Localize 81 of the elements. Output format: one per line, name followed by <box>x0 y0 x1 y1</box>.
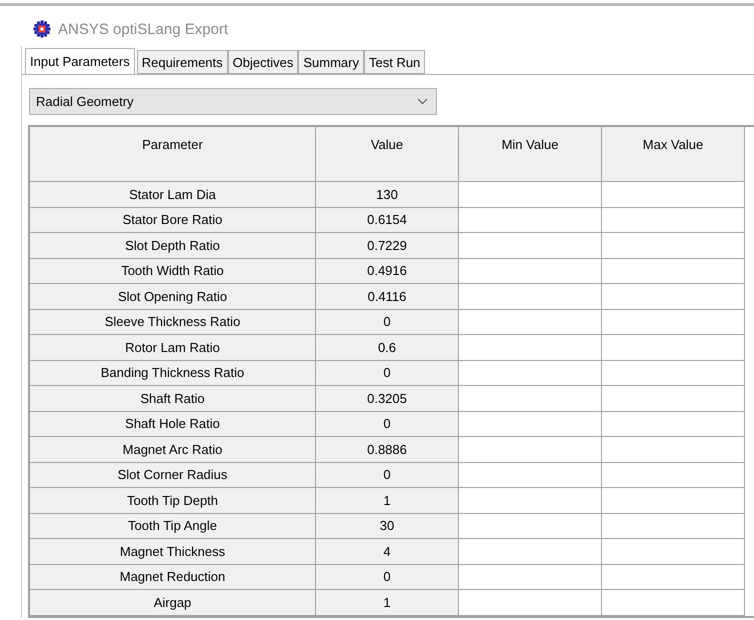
column-header[interactable]: Min Value <box>459 127 602 182</box>
table-cell[interactable]: 0 <box>316 462 459 488</box>
table-cell[interactable] <box>459 284 602 310</box>
table-cell[interactable] <box>459 233 602 258</box>
table-cell[interactable]: 0 <box>316 412 459 437</box>
table-cell[interactable] <box>602 564 745 590</box>
table-cell[interactable] <box>459 590 602 616</box>
table-cell[interactable]: 0 <box>316 310 459 335</box>
table-cell[interactable]: 0 <box>316 360 459 386</box>
table-cell: Shaft Ratio <box>30 386 316 412</box>
table-cell: Tooth Width Ratio <box>30 258 316 284</box>
table-cell[interactable] <box>602 386 745 412</box>
table-cell[interactable] <box>602 233 745 258</box>
table-cell[interactable] <box>602 488 745 514</box>
table-cell[interactable] <box>602 310 745 335</box>
table-cell[interactable]: 30 <box>316 514 459 539</box>
table-cell[interactable] <box>459 514 602 539</box>
table-cell[interactable] <box>459 539 602 564</box>
table-cell[interactable] <box>602 284 745 310</box>
gear-logo-icon <box>32 19 52 39</box>
table-cell[interactable] <box>459 488 602 514</box>
tab[interactable]: Input Parameters <box>25 48 135 74</box>
table-cell[interactable] <box>459 462 602 488</box>
table-cell[interactable]: 0.4916 <box>316 258 459 284</box>
table-cell[interactable] <box>459 360 602 386</box>
tab[interactable]: Requirements <box>136 50 228 74</box>
table-cell[interactable] <box>602 182 745 208</box>
column-header[interactable]: Max Value <box>602 127 745 182</box>
table-cell: Stator Lam Dia <box>30 182 316 208</box>
table-cell[interactable]: 0.8886 <box>316 437 459 462</box>
table-cell[interactable]: 0.6 <box>316 335 459 360</box>
table-cell[interactable] <box>602 412 745 437</box>
table-cell: Tooth Tip Angle <box>30 514 316 539</box>
table-cell[interactable] <box>602 437 745 462</box>
table-cell[interactable] <box>602 208 745 233</box>
window-title: ANSYS optiSLang Export <box>58 20 228 38</box>
table-cell[interactable]: 130 <box>316 182 459 208</box>
table-cell[interactable]: 0.4116 <box>316 284 459 310</box>
table-cell[interactable] <box>459 564 602 590</box>
table-cell[interactable]: 0.3205 <box>316 386 459 412</box>
table-cell[interactable] <box>602 335 745 360</box>
table-cell[interactable]: 0.6154 <box>316 208 459 233</box>
table-cell: Slot Opening Ratio <box>30 284 316 310</box>
table-cell: Sleeve Thickness Ratio <box>30 310 316 335</box>
table-cell: Stator Bore Ratio <box>30 208 316 233</box>
table-cell: Rotor Lam Ratio <box>30 335 316 360</box>
table-cell: Shaft Hole Ratio <box>30 412 316 437</box>
table-cell[interactable] <box>602 360 745 386</box>
table-cell[interactable] <box>602 590 745 616</box>
tab[interactable]: Objectives <box>228 50 298 74</box>
table-cell[interactable] <box>459 412 602 437</box>
table-cell: Tooth Tip Depth <box>30 488 316 514</box>
tab[interactable]: Summary <box>298 50 364 74</box>
chevron-down-icon <box>417 98 428 105</box>
table-cell[interactable]: 1 <box>316 590 459 616</box>
table-cell[interactable]: 0.7229 <box>316 233 459 258</box>
table-cell[interactable] <box>459 182 602 208</box>
column-header[interactable]: Value <box>316 127 459 182</box>
table-cell[interactable] <box>602 539 745 564</box>
table-cell: Magnet Reduction <box>30 564 316 590</box>
table-cell: Slot Corner Radius <box>30 462 316 488</box>
table-cell[interactable] <box>459 335 602 360</box>
table-cell: Magnet Thickness <box>30 539 316 564</box>
table-cell[interactable] <box>602 514 745 539</box>
table-cell: Magnet Arc Ratio <box>30 437 316 462</box>
table-cell[interactable] <box>459 208 602 233</box>
table-cell[interactable] <box>459 437 602 462</box>
table-cell[interactable] <box>459 310 602 335</box>
table-cell: Banding Thickness Ratio <box>30 360 316 386</box>
table-cell[interactable] <box>602 258 745 284</box>
table-cell[interactable]: 4 <box>316 539 459 564</box>
table-cell[interactable] <box>459 386 602 412</box>
column-header[interactable]: Parameter <box>30 127 316 182</box>
table-cell[interactable] <box>602 462 745 488</box>
table-cell: Airgap <box>30 590 316 616</box>
table-cell: Slot Depth Ratio <box>30 233 316 258</box>
tab[interactable]: Test Run <box>364 50 426 74</box>
table-cell[interactable] <box>459 258 602 284</box>
table-cell[interactable]: 1 <box>316 488 459 514</box>
category-dropdown[interactable]: Radial Geometry <box>29 88 437 115</box>
table-cell[interactable]: 0 <box>316 564 459 590</box>
